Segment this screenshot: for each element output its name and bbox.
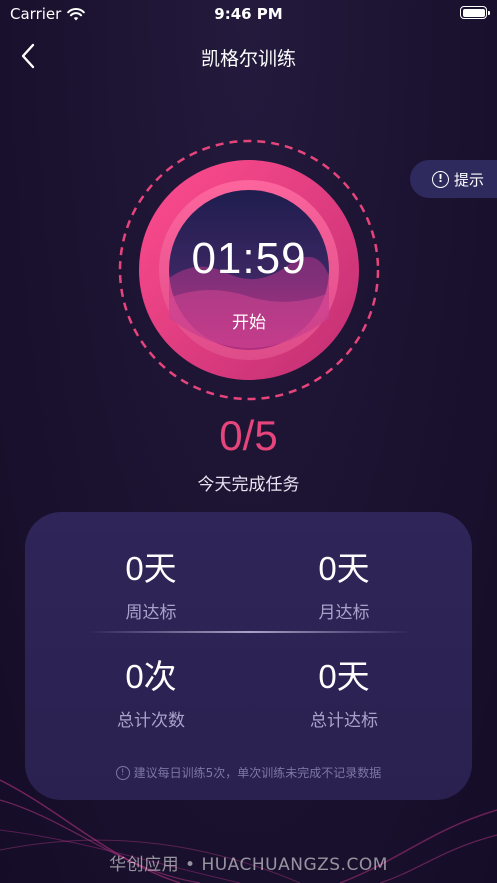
task-progress-label: 今天完成任务 bbox=[197, 475, 300, 495]
battery-icon bbox=[460, 6, 490, 19]
stat-value: 0天 bbox=[318, 550, 370, 587]
stat-label: 总计次数 bbox=[117, 711, 185, 731]
status-time: 9:46 PM bbox=[214, 5, 283, 23]
stat-total-count: 0次 总计次数 bbox=[51, 650, 251, 731]
status-right bbox=[460, 6, 490, 19]
stat-label: 总计达标 bbox=[310, 711, 378, 731]
status-bar: Carrier 9:46 PM bbox=[0, 0, 497, 30]
hint-button[interactable]: ! 提示 bbox=[410, 160, 497, 198]
stat-value: 0天 bbox=[318, 658, 370, 695]
stat-label: 月达标 bbox=[318, 603, 370, 623]
watermark: 华创应用 • HUACHUANGZS.COM bbox=[109, 855, 388, 875]
timer-display: 01:59 bbox=[191, 234, 307, 283]
page-title: 凯格尔训练 bbox=[200, 48, 296, 70]
task-progress-count: 0/5 bbox=[219, 412, 278, 459]
stat-monthly: 0天 月达标 bbox=[244, 542, 444, 623]
hint-label: 提示 bbox=[454, 170, 485, 189]
stat-total-days: 0天 总计达标 bbox=[244, 650, 444, 731]
stat-value: 0次 bbox=[125, 658, 177, 695]
start-button[interactable]: 开始 bbox=[117, 308, 381, 333]
stat-weekly: 0天 周达标 bbox=[51, 542, 251, 623]
stat-label: 周达标 bbox=[125, 603, 177, 623]
stat-value: 0天 bbox=[125, 550, 177, 587]
screen: Carrier 9:46 PM 凯格尔训练 ! 提示 01:59 开始 0/5 … bbox=[0, 0, 497, 883]
timer[interactable]: 01:59 开始 bbox=[117, 138, 381, 402]
info-icon: ! bbox=[432, 170, 449, 188]
nav-bar: 凯格尔训练 bbox=[0, 36, 497, 76]
divider bbox=[87, 631, 412, 633]
